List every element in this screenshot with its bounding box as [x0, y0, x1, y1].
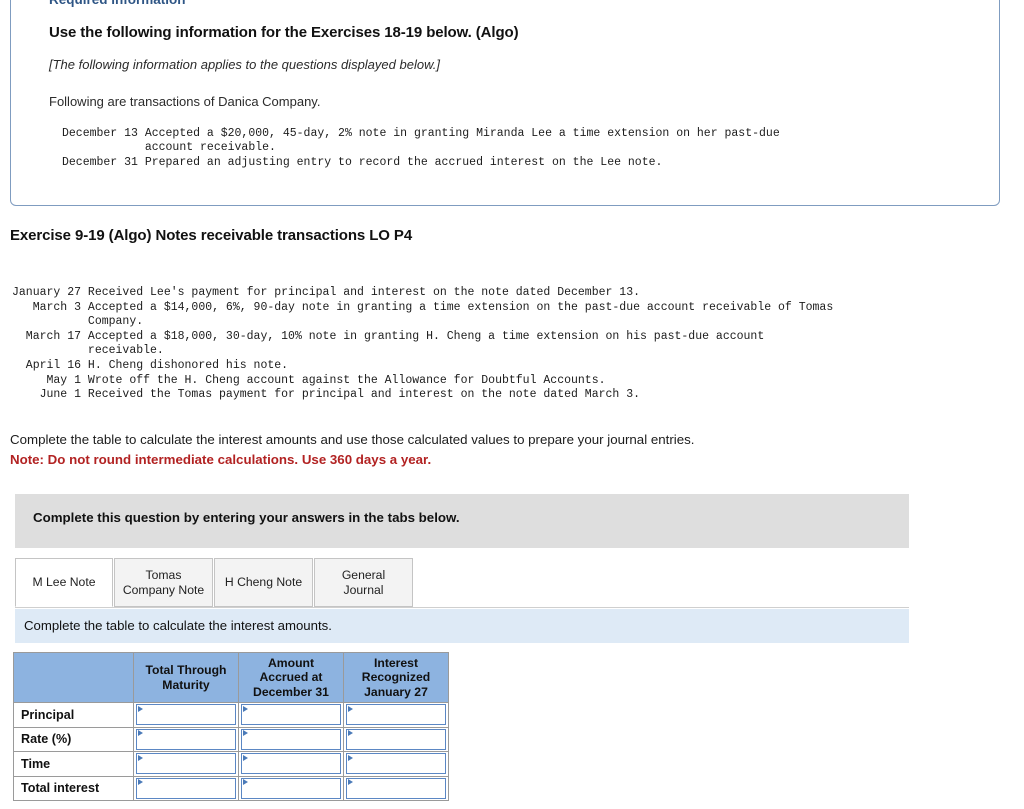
- cell-principal-total-through-maturity-wrap: [136, 704, 236, 726]
- table-row: Time: [13, 751, 449, 777]
- cell-time-accrued-december-31-wrap: [241, 753, 341, 775]
- table-cell: [343, 775, 449, 801]
- cell-total-interest-recognized-january-27[interactable]: [346, 777, 446, 799]
- tab-tomas-company-note[interactable]: Tomas Company Note: [114, 558, 213, 607]
- table-cell: [343, 751, 449, 777]
- company-intro-text: Following are transactions of Danica Com…: [49, 93, 321, 109]
- tab-general-journal-label: General Journal: [342, 568, 385, 597]
- table-header-corner: [13, 652, 134, 703]
- cell-time-accrued-december-31[interactable]: [241, 753, 341, 775]
- tab-instruction-text: Complete the table to calculate the inte…: [24, 618, 332, 633]
- table-header-interest-recognized-january-27: Interest Recognized January 27: [343, 652, 449, 703]
- required-information-body: Required information Use the following i…: [11, 0, 999, 171]
- tab-tomas-line1: Tomas: [145, 567, 182, 582]
- table-row: Total interest: [13, 775, 449, 801]
- exercise-rounding-note: Note: Do not round intermediate calculat…: [10, 452, 432, 467]
- table-cell: [133, 726, 239, 752]
- row-label-total-interest: Total interest: [13, 775, 134, 801]
- table-cell: [238, 702, 344, 728]
- cell-principal-accrued-december-31[interactable]: [241, 704, 341, 726]
- cell-rate-total-through-maturity[interactable]: [136, 728, 236, 750]
- cell-time-recognized-january-27-wrap: [346, 753, 446, 775]
- table-cell: [343, 726, 449, 752]
- row-label-rate: Rate (%): [13, 726, 134, 752]
- cell-total-interest-accrued-december-31[interactable]: [241, 777, 341, 799]
- tab-instruction-bar: Complete the table to calculate the inte…: [15, 609, 909, 643]
- cell-principal-recognized-january-27[interactable]: [346, 704, 446, 726]
- cell-rate-recognized-january-27-wrap: [346, 728, 446, 750]
- tab-tomas-line2: Company Note: [122, 582, 205, 597]
- interest-amounts-table-body: Principal Rate (%) Time Total interest: [13, 702, 449, 801]
- table-row: Principal: [13, 702, 449, 728]
- cell-rate-total-through-maturity-wrap: [136, 728, 236, 750]
- table-header-amount-accrued-december-31: Amount Accrued at December 31: [238, 652, 344, 703]
- table-cell: [238, 775, 344, 801]
- cell-total-interest-total-through-maturity[interactable]: [136, 777, 236, 799]
- cell-time-total-through-maturity[interactable]: [136, 753, 236, 775]
- cell-total-interest-accrued-december-31-wrap: [241, 777, 341, 799]
- cell-rate-accrued-december-31[interactable]: [241, 728, 341, 750]
- table-header-row: Total Through Maturity Amount Accrued at De…: [13, 652, 449, 703]
- applies-to-questions-note: [The following information applies to th…: [49, 56, 440, 72]
- row-label-principal: Principal: [13, 702, 134, 728]
- table-cell: [343, 702, 449, 728]
- answer-banner-text: Complete this question by entering your …: [33, 510, 460, 525]
- table-header-total-through-maturity: Total Through Maturity: [133, 652, 239, 703]
- table-cell: [133, 775, 239, 801]
- interest-amounts-table: Total Through Maturity Amount Accrued at De…: [13, 652, 449, 801]
- tab-general-line2: Journal: [343, 582, 384, 597]
- table-cell: [238, 726, 344, 752]
- exercise-title: Exercise 9-19 (Algo) Notes receivable tr…: [10, 227, 413, 244]
- table-cell: [133, 702, 239, 728]
- required-information-label: Required information: [49, 0, 981, 8]
- table-cell: [133, 751, 239, 777]
- tab-m-lee-note[interactable]: M Lee Note: [15, 558, 113, 607]
- table-row: Rate (%): [13, 726, 449, 752]
- tab-tomas-company-note-label: Tomas Company Note: [123, 568, 204, 597]
- table-cell: [238, 751, 344, 777]
- row-label-time: Time: [13, 751, 134, 777]
- tab-general-line1: General: [341, 567, 386, 582]
- cell-rate-recognized-january-27[interactable]: [346, 728, 446, 750]
- exercise-instruction: Complete the table to calculate the inte…: [10, 432, 695, 447]
- exercise-transactions-list: January 27 Received Lee's payment for pr…: [12, 286, 834, 402]
- tab-h-cheng-note-label: H Cheng Note: [224, 575, 303, 590]
- cell-total-interest-total-through-maturity-wrap: [136, 777, 236, 799]
- cell-principal-total-through-maturity[interactable]: [136, 704, 236, 726]
- answer-tabs: M Lee Note Tomas Company Note H Cheng No…: [15, 558, 909, 608]
- required-information-transactions: December 13 Accepted a $20,000, 45-day, …: [62, 126, 780, 170]
- cell-principal-accrued-december-31-wrap: [241, 704, 341, 726]
- cell-rate-accrued-december-31-wrap: [241, 728, 341, 750]
- tab-general-journal[interactable]: General Journal: [314, 558, 413, 607]
- tab-m-lee-note-label: M Lee Note: [32, 575, 96, 590]
- tab-h-cheng-note[interactable]: H Cheng Note: [214, 558, 313, 607]
- interest-amounts-table-head: Total Through Maturity Amount Accrued at De…: [13, 652, 449, 703]
- required-information-card: Required information Use the following i…: [10, 0, 1000, 206]
- required-information-title: Use the following information for the Ex…: [49, 23, 519, 41]
- cell-total-interest-recognized-january-27-wrap: [346, 777, 446, 799]
- cell-principal-recognized-january-27-wrap: [346, 704, 446, 726]
- cell-time-recognized-january-27[interactable]: [346, 753, 446, 775]
- cell-time-total-through-maturity-wrap: [136, 753, 236, 775]
- answer-banner: Complete this question by entering your …: [15, 494, 909, 548]
